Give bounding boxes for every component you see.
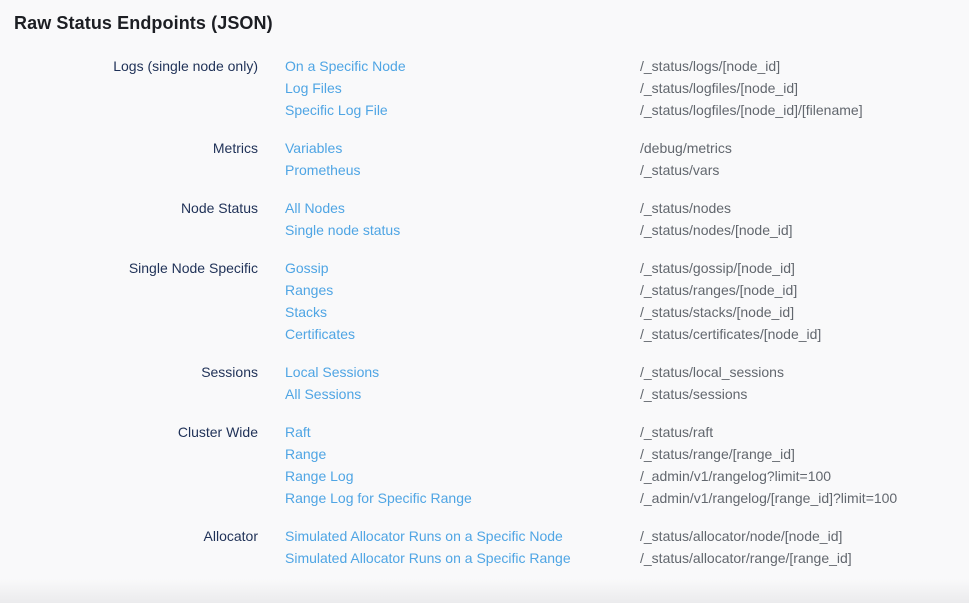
endpoint-path: /_status/allocator/node/[node_id]	[640, 525, 955, 547]
endpoint-link[interactable]: All Nodes	[285, 197, 640, 219]
endpoint-link[interactable]: Raft	[285, 421, 640, 443]
endpoint-section: SessionsLocal Sessions/_status/local_ses…	[14, 361, 955, 405]
endpoint-link[interactable]: Certificates	[285, 323, 640, 345]
endpoint-path: /_status/certificates/[node_id]	[640, 323, 955, 345]
endpoint-section: Node StatusAll Nodes/_status/nodesSingle…	[14, 197, 955, 241]
endpoint-path: /_admin/v1/rangelog/[range_id]?limit=100	[640, 487, 955, 509]
category-label: Logs (single node only)	[14, 55, 285, 77]
endpoint-section: MetricsVariables/debug/metricsPrometheus…	[14, 137, 955, 181]
endpoint-section: AllocatorSimulated Allocator Runs on a S…	[14, 525, 955, 569]
endpoint-link[interactable]: Local Sessions	[285, 361, 640, 383]
endpoint-path: /_status/local_sessions	[640, 361, 955, 383]
endpoints-table: Logs (single node only)On a Specific Nod…	[14, 55, 955, 569]
endpoint-path: /debug/metrics	[640, 137, 955, 159]
endpoint-path: /_admin/v1/rangelog?limit=100	[640, 465, 955, 487]
endpoint-path: /_status/ranges/[node_id]	[640, 279, 955, 301]
endpoint-link[interactable]: Prometheus	[285, 159, 640, 181]
endpoint-path: /_status/vars	[640, 159, 955, 181]
bottom-fade	[0, 579, 969, 603]
endpoint-path: /_status/gossip/[node_id]	[640, 257, 955, 279]
endpoint-link[interactable]: Simulated Allocator Runs on a Specific N…	[285, 525, 640, 547]
category-label: Sessions	[14, 361, 285, 383]
page-title: Raw Status Endpoints (JSON)	[14, 13, 955, 34]
endpoint-path: /_status/logfiles/[node_id]/[filename]	[640, 99, 955, 121]
endpoint-link[interactable]: Log Files	[285, 77, 640, 99]
endpoint-link[interactable]: Gossip	[285, 257, 640, 279]
endpoint-path: /_status/raft	[640, 421, 955, 443]
endpoint-path: /_status/logs/[node_id]	[640, 55, 955, 77]
endpoint-link[interactable]: All Sessions	[285, 383, 640, 405]
endpoint-path: /_status/stacks/[node_id]	[640, 301, 955, 323]
category-label: Single Node Specific	[14, 257, 285, 279]
category-label: Node Status	[14, 197, 285, 219]
endpoint-link[interactable]: On a Specific Node	[285, 55, 640, 77]
endpoint-section: Single Node SpecificGossip/_status/gossi…	[14, 257, 955, 345]
endpoint-link[interactable]: Range	[285, 443, 640, 465]
endpoint-path: /_status/range/[range_id]	[640, 443, 955, 465]
endpoint-link[interactable]: Single node status	[285, 219, 640, 241]
endpoint-link[interactable]: Simulated Allocator Runs on a Specific R…	[285, 547, 640, 569]
endpoint-path: /_status/sessions	[640, 383, 955, 405]
category-label: Allocator	[14, 525, 285, 547]
category-label: Metrics	[14, 137, 285, 159]
endpoint-link[interactable]: Range Log for Specific Range	[285, 487, 640, 509]
endpoint-link[interactable]: Specific Log File	[285, 99, 640, 121]
endpoint-path: /_status/allocator/range/[range_id]	[640, 547, 955, 569]
endpoint-section: Logs (single node only)On a Specific Nod…	[14, 55, 955, 121]
raw-status-endpoints-page: Raw Status Endpoints (JSON) Logs (single…	[0, 0, 969, 569]
endpoint-link[interactable]: Stacks	[285, 301, 640, 323]
endpoint-path: /_status/nodes	[640, 197, 955, 219]
endpoint-section: Cluster WideRaft/_status/raftRange/_stat…	[14, 421, 955, 509]
endpoint-link[interactable]: Variables	[285, 137, 640, 159]
endpoint-path: /_status/nodes/[node_id]	[640, 219, 955, 241]
endpoint-link[interactable]: Ranges	[285, 279, 640, 301]
endpoint-path: /_status/logfiles/[node_id]	[640, 77, 955, 99]
category-label: Cluster Wide	[14, 421, 285, 443]
endpoint-link[interactable]: Range Log	[285, 465, 640, 487]
